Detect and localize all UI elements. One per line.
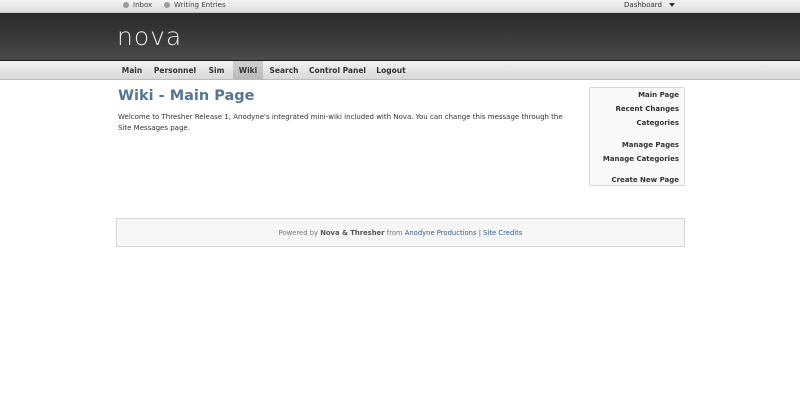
wiki-sidebar: Main Page Recent Changes Categories Mana… [589, 87, 685, 186]
sidebar-item-create-new-page[interactable]: Create New Page [611, 176, 679, 184]
nova-logo[interactable]: nova [117, 22, 182, 51]
site-header: nova [0, 13, 800, 61]
anodyne-productions-link[interactable]: Anodyne Productions [405, 229, 477, 237]
site-credits-link[interactable]: Site Credits [483, 229, 522, 237]
sidebar-item-manage-pages[interactable]: Manage Pages [622, 141, 679, 149]
footer-powered-by: Powered by [278, 228, 319, 237]
nav-item-personnel[interactable]: Personnel [151, 61, 199, 80]
nav-item-logout[interactable]: Logout [373, 61, 409, 80]
footer-nova-thresher: Nova & Thresher [320, 228, 385, 237]
inbox-link[interactable]: Inbox [123, 1, 152, 9]
dashboard-label: Dashboard [624, 1, 662, 9]
sidebar-item-categories[interactable]: Categories [636, 119, 679, 127]
nav-item-search[interactable]: Search [267, 61, 301, 80]
nav-item-sim[interactable]: Sim [203, 61, 230, 80]
writing-entries-label: Writing Entries [174, 1, 226, 9]
writing-entries-link[interactable]: Writing Entries [164, 1, 226, 9]
welcome-message: Welcome to Thresher Release 1, Anodyne's… [118, 113, 563, 132]
dashboard-dropdown[interactable]: Dashboard [624, 1, 675, 9]
writing-entries-icon [164, 2, 170, 8]
chevron-down-icon [669, 3, 675, 7]
sidebar-item-main-page[interactable]: Main Page [638, 91, 679, 99]
main-nav: Main Personnel Sim Wiki Search Control P… [0, 61, 800, 80]
nav-item-control-panel[interactable]: Control Panel [308, 61, 367, 80]
page-title: Wiki - Main Page [118, 88, 255, 104]
sidebar-item-recent-changes[interactable]: Recent Changes [615, 105, 679, 113]
nav-item-main[interactable]: Main [117, 61, 147, 80]
inbox-label: Inbox [133, 1, 153, 9]
nav-item-wiki[interactable]: Wiki [233, 61, 263, 80]
top-utility-bar: Inbox Writing Entries Dashboard [0, 0, 800, 13]
site-footer: Powered by Nova & Thresher from Anodyne … [116, 218, 685, 247]
footer-from: from [386, 228, 403, 237]
inbox-icon [123, 2, 129, 8]
sidebar-item-manage-categories[interactable]: Manage Categories [603, 155, 679, 163]
